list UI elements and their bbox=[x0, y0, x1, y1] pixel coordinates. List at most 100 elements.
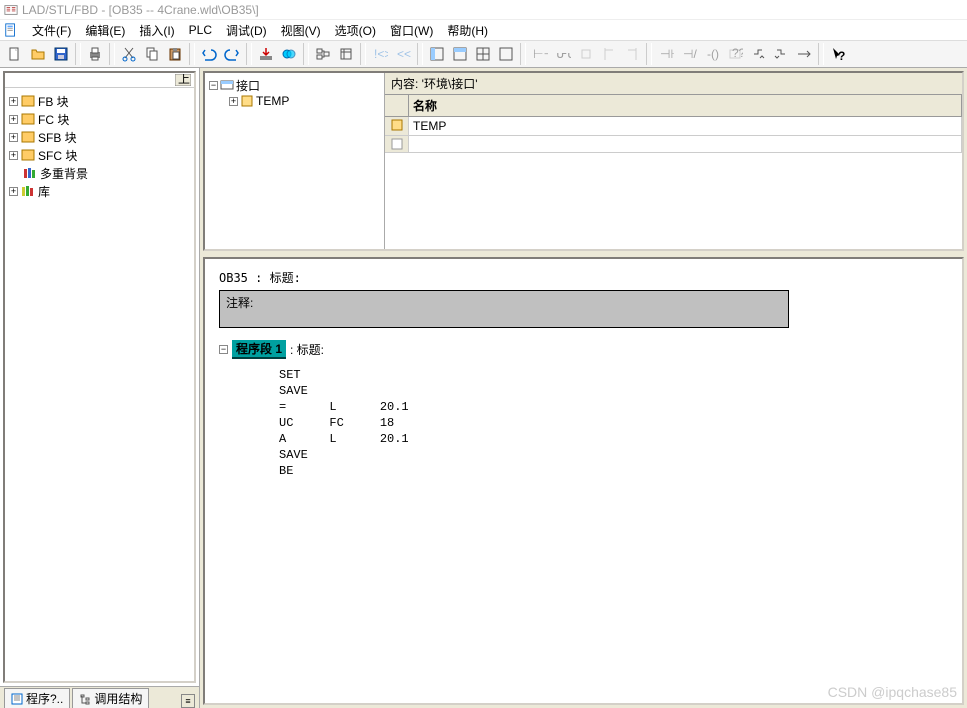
expand-icon[interactable]: + bbox=[9, 115, 18, 124]
tree-item-sfc[interactable]: + SFC 块 bbox=[7, 146, 192, 164]
undo-button[interactable] bbox=[198, 43, 220, 65]
interface-content-header: 内容: '环境\接口' bbox=[385, 73, 962, 95]
copy-button[interactable] bbox=[141, 43, 163, 65]
new-button[interactable] bbox=[4, 43, 26, 65]
row-icon bbox=[385, 117, 409, 136]
lad-close-branch-button[interactable] bbox=[621, 43, 643, 65]
menu-file[interactable]: 文件(F) bbox=[26, 20, 77, 41]
content-area: − 接口 + TEMP 内容: '环境\接口' 名称 bbox=[200, 68, 967, 708]
svg-text:ᕂᕂ: ᕂᕂ bbox=[556, 47, 571, 61]
table-row[interactable]: TEMP bbox=[385, 117, 962, 136]
menu-options[interactable]: 选项(O) bbox=[329, 20, 382, 41]
collapse-icon[interactable]: − bbox=[219, 345, 228, 354]
interface-table: 内容: '环境\接口' 名称 TEMP bbox=[385, 73, 962, 249]
expand-icon[interactable]: + bbox=[9, 187, 18, 196]
expand-icon[interactable]: + bbox=[9, 151, 18, 160]
tab-program[interactable]: 程序?.. bbox=[4, 688, 70, 708]
menu-help[interactable]: 帮助(H) bbox=[441, 20, 494, 41]
paste-button[interactable] bbox=[164, 43, 186, 65]
comment-label: 注释: bbox=[226, 296, 253, 310]
stl-code[interactable]: SET SAVE = L 20.1 UC FC 18 A L 20.1 SAVE… bbox=[279, 367, 948, 479]
lad-coil-button[interactable]: ᕂᕂ bbox=[552, 43, 574, 65]
tree-label: FB 块 bbox=[38, 93, 69, 110]
menu-edit[interactable]: 编辑(E) bbox=[79, 20, 131, 41]
code-editor[interactable]: OB35 : 标题: 注释: − 程序段 1 : 标题: SET SAVE = … bbox=[203, 257, 964, 705]
title-bar: LAD/STL/FBD - [OB35 -- 4Crane.wld\OB35\] bbox=[0, 0, 967, 20]
books-icon bbox=[23, 166, 37, 180]
print-button[interactable] bbox=[84, 43, 106, 65]
menu-window[interactable]: 窗口(W) bbox=[384, 20, 439, 41]
view-tile-button[interactable] bbox=[495, 43, 517, 65]
collapse-icon[interactable]: − bbox=[209, 81, 218, 90]
coil-button[interactable]: -() bbox=[701, 43, 723, 65]
redo-button[interactable] bbox=[221, 43, 243, 65]
lad-contact-button[interactable]: ⊢⊣ bbox=[529, 43, 551, 65]
branch-open-button[interactable] bbox=[747, 43, 769, 65]
svg-text:-(): -() bbox=[707, 47, 719, 61]
interface-tree[interactable]: − 接口 + TEMP bbox=[205, 73, 385, 249]
tab-call-structure[interactable]: 调用结构 bbox=[72, 688, 149, 708]
empty-box-button[interactable]: ?? bbox=[724, 43, 746, 65]
sidebar: 上× + FB 块 + FC 块 + SFB 块 bbox=[0, 68, 200, 708]
tab-label: 调用结构 bbox=[94, 690, 142, 707]
tree-row-interface[interactable]: − 接口 bbox=[209, 77, 380, 93]
download-button[interactable] bbox=[255, 43, 277, 65]
menu-view[interactable]: 视图(V) bbox=[275, 20, 327, 41]
tree-label: TEMP bbox=[256, 94, 289, 108]
context-help-button[interactable]: ? bbox=[827, 43, 849, 65]
save-button[interactable] bbox=[50, 43, 72, 65]
program-elements-tree[interactable]: 上× + FB 块 + FC 块 + SFB 块 bbox=[3, 71, 196, 683]
tree-row-temp[interactable]: + TEMP bbox=[209, 93, 380, 109]
sidebar-dropdown[interactable]: 上× bbox=[5, 73, 194, 88]
symbol-button[interactable]: !<>! bbox=[369, 43, 391, 65]
expand-icon[interactable]: + bbox=[9, 133, 18, 142]
view-detail-button[interactable] bbox=[449, 43, 471, 65]
network-title-suffix: : 标题: bbox=[290, 341, 324, 358]
network-header[interactable]: − 程序段 1 : 标题: bbox=[219, 340, 948, 359]
temp-icon bbox=[240, 94, 254, 108]
tree-item-sfb[interactable]: + SFB 块 bbox=[7, 128, 192, 146]
comment-box[interactable]: 注释: bbox=[219, 290, 789, 328]
network-button[interactable]: ⊣⊢ bbox=[655, 43, 677, 65]
block-button[interactable] bbox=[335, 43, 357, 65]
expand-icon[interactable]: + bbox=[9, 97, 18, 106]
name-column-header: 名称 bbox=[409, 95, 962, 116]
tree-label: 接口 bbox=[236, 77, 260, 94]
menu-plc[interactable]: PLC bbox=[183, 21, 218, 39]
view-split-button[interactable] bbox=[472, 43, 494, 65]
svg-text:<<!: <<! bbox=[397, 47, 411, 61]
branch-close-button[interactable] bbox=[770, 43, 792, 65]
table-row-empty[interactable] bbox=[385, 136, 962, 153]
lad-box-button[interactable] bbox=[575, 43, 597, 65]
lad-open-branch-button[interactable] bbox=[598, 43, 620, 65]
tab-label: 程序?.. bbox=[26, 690, 63, 707]
books-icon bbox=[21, 184, 35, 198]
tree-label: 多重背景 bbox=[40, 165, 88, 182]
program-elements-button[interactable] bbox=[312, 43, 334, 65]
monitor-button[interactable] bbox=[278, 43, 300, 65]
block-icon bbox=[21, 148, 35, 162]
block-icon bbox=[21, 112, 35, 126]
connection-button[interactable] bbox=[793, 43, 815, 65]
open-button[interactable] bbox=[27, 43, 49, 65]
main-area: 上× + FB 块 + FC 块 + SFB 块 bbox=[0, 68, 967, 708]
tree-item-library[interactable]: + 库 bbox=[7, 182, 192, 200]
sidebar-tabs: 程序?.. 调用结构 ≡ bbox=[0, 686, 199, 708]
tree-label: SFB 块 bbox=[38, 129, 77, 146]
row-name bbox=[409, 136, 962, 153]
tree-item-multi-instance[interactable]: 多重背景 bbox=[7, 164, 192, 182]
cut-button[interactable] bbox=[118, 43, 140, 65]
menu-insert[interactable]: 插入(I) bbox=[133, 20, 180, 41]
expand-icon[interactable]: + bbox=[229, 97, 238, 106]
svg-text:⊣⊢: ⊣⊢ bbox=[660, 47, 674, 61]
view-overview-button[interactable] bbox=[426, 43, 448, 65]
neg-button[interactable]: ⊣/⊢ bbox=[678, 43, 700, 65]
tree-label: 库 bbox=[38, 183, 50, 200]
menu-debug[interactable]: 调试(D) bbox=[220, 20, 273, 41]
tree-item-fb[interactable]: + FB 块 bbox=[7, 92, 192, 110]
tree-item-fc[interactable]: + FC 块 bbox=[7, 110, 192, 128]
goto-button[interactable]: <<! bbox=[392, 43, 414, 65]
tree-label: SFC 块 bbox=[38, 147, 77, 164]
tab-icon bbox=[11, 693, 23, 705]
tab-list-icon[interactable]: ≡ bbox=[181, 694, 195, 708]
